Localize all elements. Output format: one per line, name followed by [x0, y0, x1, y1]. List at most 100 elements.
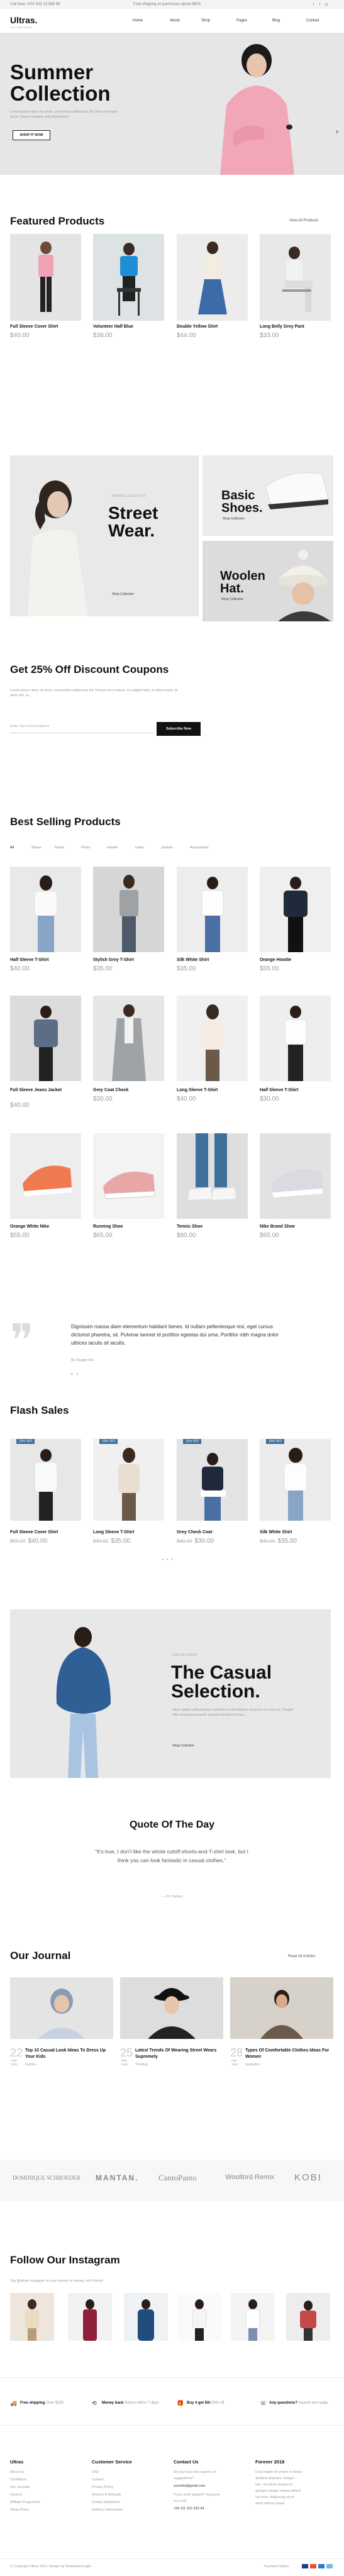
read-all-articles-link[interactable]: Read All Articles [288, 1955, 315, 1958]
nav-about[interactable]: About [170, 19, 180, 23]
product-image[interactable] [93, 1439, 164, 1521]
post-category[interactable]: Inspiration [245, 2063, 260, 2067]
post-title[interactable]: Top 10 Casual Look Ideas To Dress Up You… [25, 2048, 113, 2060]
view-all-products-link[interactable]: View All Products [289, 219, 318, 223]
product-name[interactable]: Nike Brand Shoe [260, 1224, 295, 1229]
post-title[interactable]: Latest Trends Of Wearing Street Wears Su… [135, 2048, 223, 2060]
product-name[interactable]: Double Yellow Shirt [177, 325, 218, 329]
brand-logo[interactable]: Woolford Remix [225, 2174, 274, 2181]
product-name[interactable]: Long Sleeve T-Shirt [177, 1088, 218, 1092]
footer-link[interactable]: Ultras Press [10, 2508, 29, 2512]
product-image[interactable] [93, 996, 164, 1081]
facebook-icon[interactable]: f [313, 3, 316, 7]
product-image[interactable] [10, 1439, 81, 1521]
instagram-photo[interactable] [124, 2293, 168, 2341]
nav-pages[interactable]: Pages [236, 19, 247, 23]
logo[interactable]: Ultras. [10, 15, 38, 25]
subscribe-button[interactable]: Subscribe Now [157, 722, 201, 736]
product-image[interactable] [10, 1133, 81, 1219]
instagram-photo[interactable] [231, 2293, 275, 2341]
instagram-photo[interactable] [10, 2293, 54, 2341]
footer-link[interactable]: Our Journals [10, 2485, 30, 2489]
footer-link[interactable]: FAQ [92, 2470, 99, 2474]
tab-all[interactable]: All [10, 846, 14, 850]
instagram-photo[interactable] [286, 2293, 330, 2341]
journal-image[interactable] [230, 1977, 333, 2039]
product-image[interactable] [93, 867, 164, 952]
product-image[interactable] [260, 996, 331, 1081]
product-name[interactable]: Running Shoe [93, 1224, 123, 1229]
tab-jackets[interactable]: Jackets [161, 846, 173, 850]
product-name[interactable]: Long Sleeve T-Shirt [93, 1530, 134, 1535]
product-image[interactable] [177, 1133, 248, 1219]
product-image[interactable] [177, 1439, 248, 1521]
tab-pants[interactable]: Pants [81, 846, 90, 850]
product-name[interactable]: Grey Check Coat [177, 1530, 212, 1535]
product-name[interactable]: Grey Coat Check [93, 1088, 128, 1092]
footer-link[interactable]: Delivery Information [92, 2508, 123, 2512]
product-image[interactable] [93, 1133, 164, 1219]
product-image[interactable] [260, 1439, 331, 1521]
carousel-dots[interactable]: ••• [162, 1557, 175, 1562]
basic-shoes-banner[interactable]: Basic Shoes. Shop Collection [203, 455, 333, 536]
brand-logo[interactable]: MANTAN. [96, 2174, 138, 2182]
twitter-icon[interactable]: t [319, 3, 322, 7]
product-image[interactable] [93, 234, 164, 321]
product-image[interactable] [10, 996, 81, 1081]
casual-shop-link[interactable]: Shop Collection [172, 1744, 194, 1748]
tab-accessories[interactable]: Accessories [190, 846, 209, 850]
basic-shoes-link[interactable]: Shop Collection [223, 517, 245, 521]
journal-image[interactable] [120, 1977, 223, 2039]
product-name[interactable]: Orange Hoodie [260, 958, 291, 962]
testimonial-nav-arrows[interactable]: ‹› [71, 1371, 82, 1377]
brand-logo[interactable]: CantoPanto [158, 2173, 197, 2183]
product-image[interactable] [260, 234, 331, 321]
woolen-hat-link[interactable]: Shop Collection [221, 597, 243, 601]
product-name[interactable]: Volunteer Half Blue [93, 325, 133, 329]
product-image[interactable] [10, 867, 81, 952]
product-name[interactable]: Tennis Shoe [177, 1224, 203, 1229]
product-image[interactable] [260, 1133, 331, 1219]
shop-now-button[interactable]: SHOP IT NOW [13, 130, 50, 140]
brand-logo[interactable]: DOMINIQUE SCHROEDER [13, 2175, 80, 2181]
product-name[interactable]: Full Sleeve Cover Shirt [10, 325, 58, 329]
footer-link[interactable]: Affiliate Programme [10, 2501, 40, 2504]
footer-email-link[interactable]: yourinfo@gmail.com [174, 2484, 205, 2488]
instagram-photo[interactable] [68, 2293, 112, 2341]
tab-hoodie[interactable]: Hoodie [107, 846, 118, 850]
nav-home[interactable]: Home [133, 19, 143, 23]
product-image[interactable] [177, 867, 248, 952]
footer-link[interactable]: Conditions [10, 2478, 26, 2482]
hero-next-arrow[interactable]: › [336, 127, 338, 136]
product-image[interactable] [177, 996, 248, 1081]
post-category[interactable]: Fashion [25, 2063, 36, 2067]
product-name[interactable]: Half Sleeve T-Shirt [10, 958, 48, 962]
woolen-hat-banner[interactable]: Woolen Hat. Shop Collection [203, 541, 333, 621]
journal-image[interactable] [10, 1977, 113, 2039]
footer-link[interactable]: Contact [92, 2478, 104, 2482]
street-wear-link[interactable]: Shop Collection [112, 592, 134, 596]
tab-shoes[interactable]: Shoes [31, 846, 42, 850]
tab-outer[interactable]: Outer [135, 846, 144, 850]
footer-phone-link[interactable]: +55 111 222 333 44 [174, 2507, 204, 2511]
footer-link[interactable]: Cookie Guidelines [92, 2501, 120, 2504]
street-wear-banner[interactable]: WOMEN COLLECTION Street Wear. Shop Colle… [10, 455, 199, 616]
product-image[interactable] [10, 234, 81, 321]
product-image[interactable] [177, 234, 248, 321]
coupon-email-input[interactable]: Enter Your Email Address [10, 723, 153, 733]
nav-blog[interactable]: Blog [272, 19, 280, 23]
footer-link[interactable]: Careers [10, 2493, 23, 2497]
post-category[interactable]: Trending [135, 2063, 148, 2067]
footer-link[interactable]: About us [10, 2470, 24, 2474]
product-image[interactable] [260, 867, 331, 952]
nav-contact[interactable]: Contact [306, 19, 319, 23]
instagram-icon[interactable]: ◎ [325, 3, 330, 7]
brand-logo[interactable]: KOBI [294, 2172, 322, 2183]
product-name[interactable]: Silk White Shirt [260, 1530, 292, 1535]
product-name[interactable]: Full Sleeve Jeans Jacket [10, 1088, 62, 1092]
product-name[interactable]: Half Sleeve T-Shirt [260, 1088, 298, 1092]
product-name[interactable]: Stylish Grey T-Shirt [93, 958, 134, 962]
instagram-photo[interactable] [177, 2293, 221, 2341]
product-name[interactable]: Full Sleeve Cover Shirt [10, 1530, 58, 1535]
post-title[interactable]: Types Of Comfortable Clothes Ideas For W… [245, 2048, 333, 2060]
